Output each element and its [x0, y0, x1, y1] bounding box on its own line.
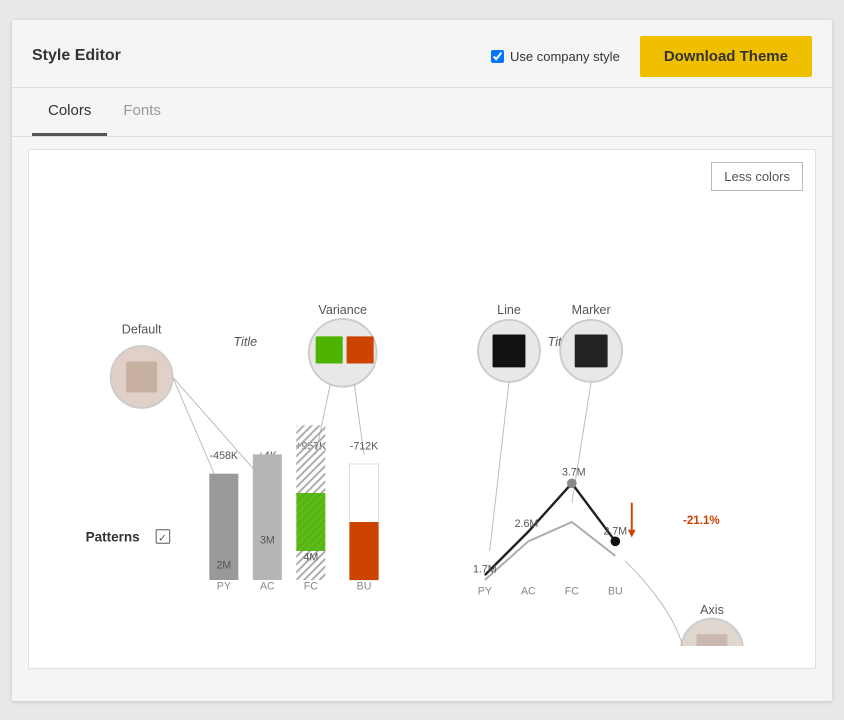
- svg-text:BU: BU: [357, 580, 372, 592]
- svg-text:PY: PY: [478, 585, 492, 597]
- bar-fc-green: [296, 493, 325, 551]
- svg-text:AC: AC: [521, 585, 536, 597]
- patterns-label: Patterns: [86, 529, 140, 544]
- tab-fonts[interactable]: Fonts: [107, 88, 177, 136]
- bar-chart-title: Title: [234, 335, 258, 349]
- default-color-swatch: [126, 361, 157, 392]
- pct-arrow-head: [628, 529, 636, 537]
- tabs-bar: Colors Fonts: [12, 88, 832, 137]
- svg-text:3.7M: 3.7M: [562, 466, 586, 478]
- svg-text:4M: 4M: [303, 551, 318, 563]
- svg-text:AC: AC: [260, 580, 275, 592]
- line-py: [485, 522, 615, 580]
- point-bu: [611, 536, 621, 546]
- svg-text:2M: 2M: [216, 559, 231, 571]
- marker-color-swatch[interactable]: [575, 334, 608, 367]
- bar-bu-red: [350, 522, 379, 580]
- svg-text:FC: FC: [565, 585, 579, 597]
- colors-content: Less colors Default Title -458K PY 2M: [28, 149, 816, 669]
- svg-text:FC: FC: [304, 580, 318, 592]
- line-color-swatch[interactable]: [493, 334, 526, 367]
- style-editor-panel: Style Editor Use company style Download …: [12, 20, 832, 701]
- svg-text:3M: 3M: [260, 534, 275, 546]
- chart-container: Default Title -458K PY 2M +4K AC 3M: [45, 166, 799, 646]
- default-label: Default: [122, 322, 162, 336]
- tab-colors[interactable]: Colors: [32, 88, 107, 136]
- svg-text:BU: BU: [608, 585, 623, 597]
- use-company-style-checkbox[interactable]: [491, 50, 504, 63]
- use-company-style-label[interactable]: Use company style: [491, 49, 620, 64]
- connector-default-bar: [173, 377, 215, 474]
- panel-header: Style Editor Use company style Download …: [12, 20, 832, 88]
- connector-line-chart: [490, 381, 509, 550]
- connector-axis: [625, 560, 683, 645]
- bar-ac: [253, 454, 282, 580]
- pct-label: -21.1%: [683, 513, 720, 526]
- marker-label: Marker: [572, 303, 611, 317]
- variance-label: Variance: [318, 303, 367, 317]
- point-fc: [567, 478, 577, 488]
- variance-orange-swatch[interactable]: [347, 336, 374, 363]
- axis-label: Axis: [700, 602, 724, 616]
- download-theme-button[interactable]: Download Theme: [640, 36, 812, 77]
- header-right: Use company style Download Theme: [491, 36, 812, 77]
- svg-text:-712K: -712K: [350, 440, 378, 452]
- panel-title: Style Editor: [32, 47, 121, 65]
- svg-text:PY: PY: [217, 580, 231, 592]
- svg-text:✓: ✓: [158, 532, 167, 544]
- svg-text:1.7M: 1.7M: [473, 563, 497, 575]
- variance-green-swatch[interactable]: [316, 336, 343, 363]
- svg-text:2.7M: 2.7M: [604, 525, 628, 537]
- main-chart-svg: Default Title -458K PY 2M +4K AC 3M: [45, 166, 799, 646]
- svg-text:-458K: -458K: [210, 450, 238, 462]
- svg-text:2.6M: 2.6M: [515, 517, 539, 529]
- line-label: Line: [497, 303, 521, 317]
- axis-color-swatch[interactable]: [697, 634, 728, 646]
